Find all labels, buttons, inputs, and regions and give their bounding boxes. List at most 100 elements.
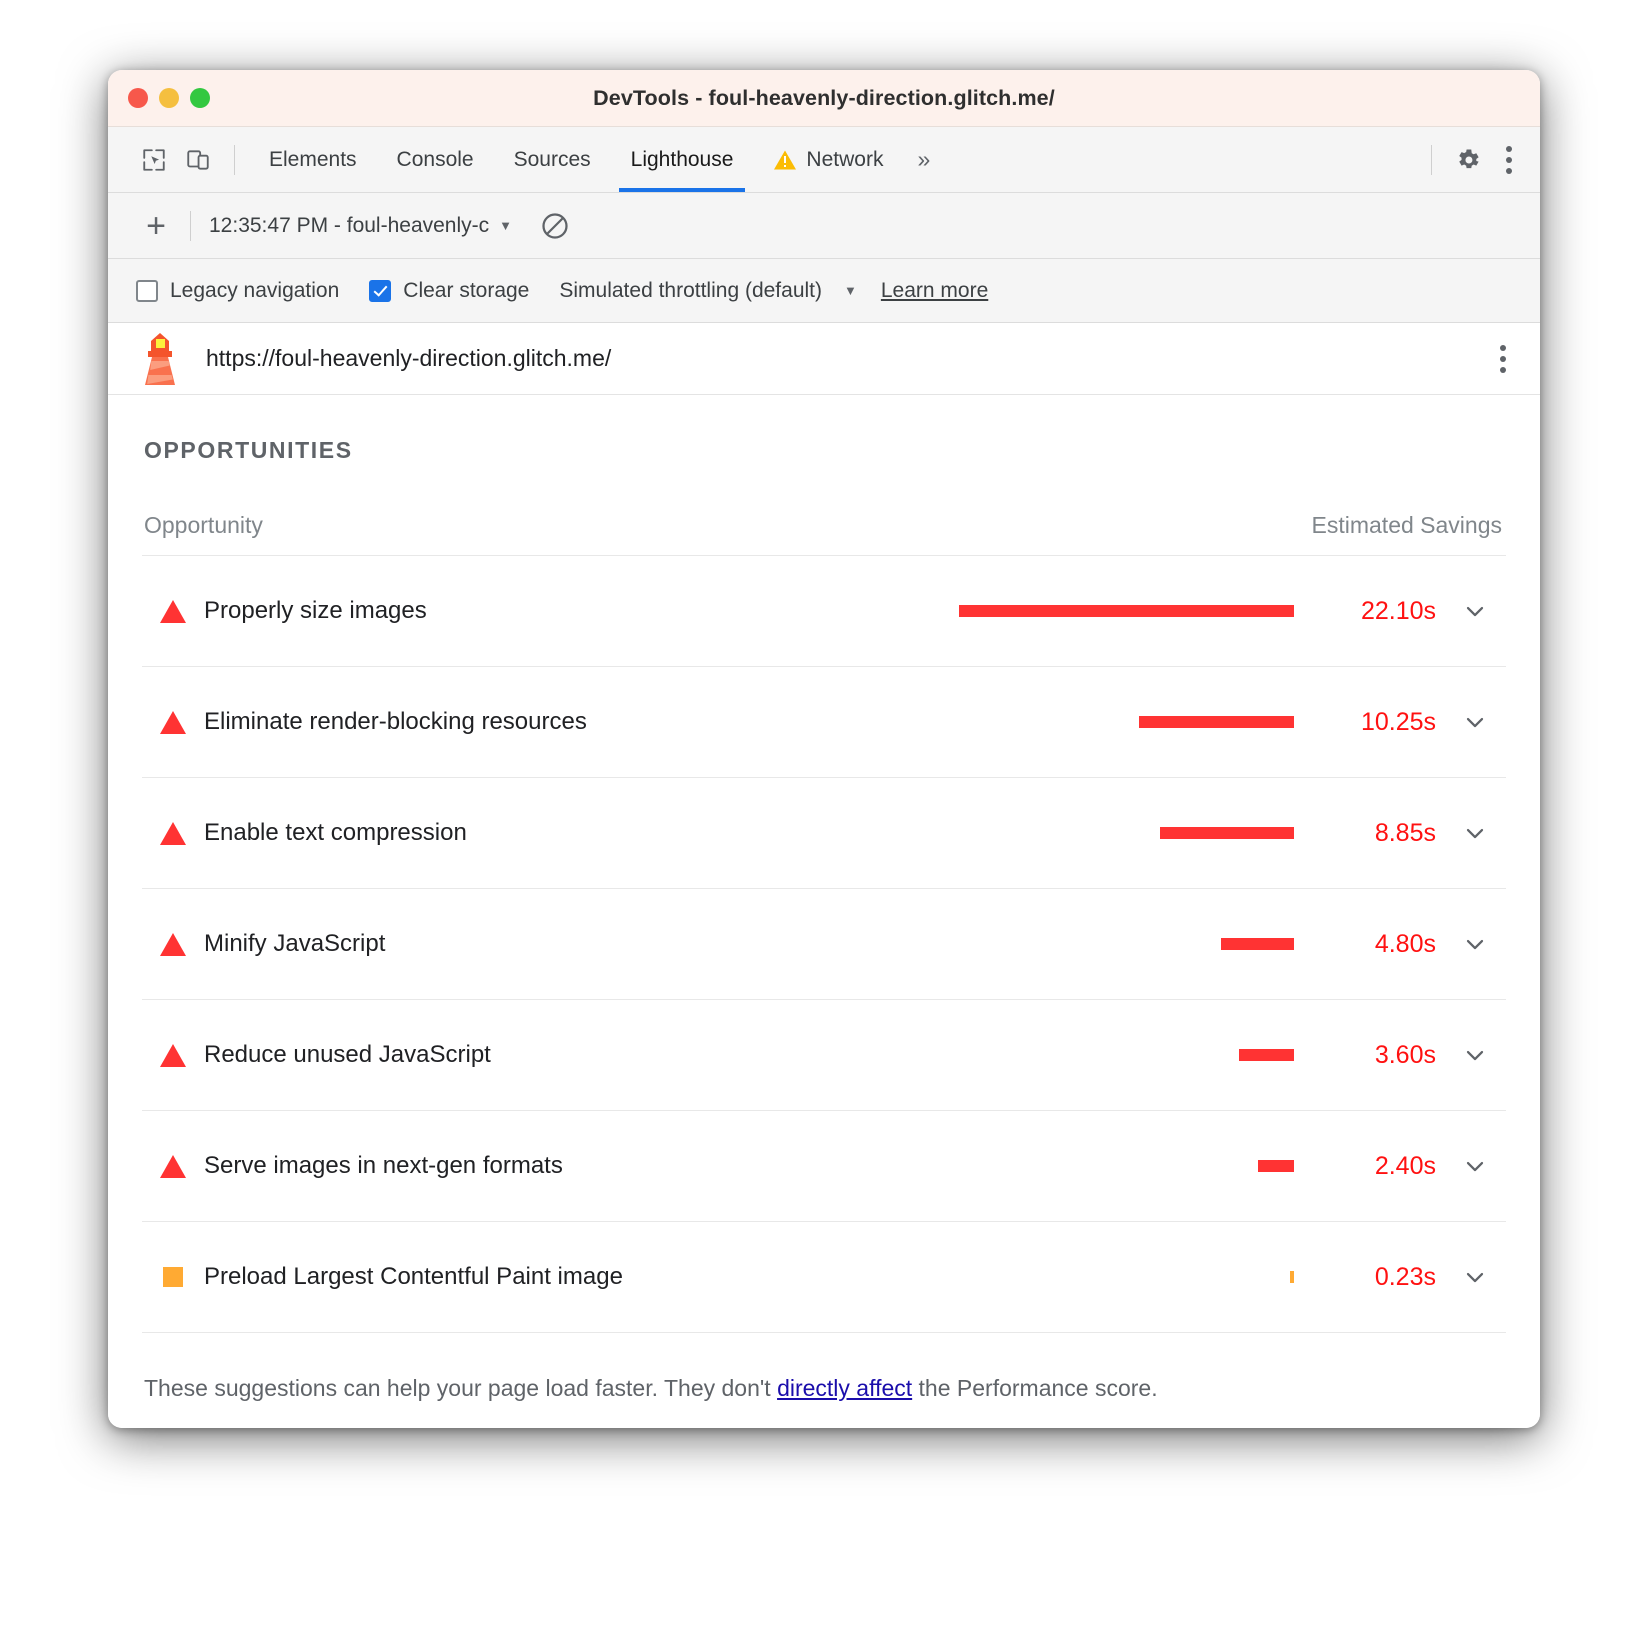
severity-cell	[142, 600, 204, 623]
report-header: https://foul-heavenly-direction.glitch.m…	[108, 323, 1540, 395]
devtools-tabbar: Elements Console Sources Lighthouse	[108, 127, 1540, 193]
opportunity-label: Preload Largest Contentful Paint image	[204, 1263, 623, 1291]
clear-storage-label: Clear storage	[403, 279, 529, 303]
gear-icon[interactable]	[1446, 138, 1490, 182]
opportunity-label: Reduce unused JavaScript	[204, 1041, 491, 1069]
opportunity-label: Eliminate render-blocking resources	[204, 708, 587, 736]
chevron-down-icon[interactable]	[1444, 930, 1506, 958]
chevron-down-icon: ▼	[844, 283, 857, 298]
table-row[interactable]: Reduce unused JavaScript 3.60s	[142, 1000, 1506, 1111]
legacy-navigation-option[interactable]: Legacy navigation	[136, 279, 339, 303]
severity-cell	[142, 711, 204, 734]
savings-bar-track	[954, 1271, 1294, 1283]
table-row[interactable]: Eliminate render-blocking resources 10.25…	[142, 667, 1506, 778]
legacy-navigation-checkbox[interactable]	[136, 280, 158, 302]
savings-bar-track	[954, 716, 1294, 728]
table-row[interactable]: Enable text compression 8.85s	[142, 778, 1506, 889]
tab-lighthouse[interactable]: Lighthouse	[611, 127, 754, 192]
maximize-window-button[interactable]	[190, 88, 210, 108]
lighthouse-runbar: + 12:35:47 PM - foul-heavenly-c ▼	[108, 193, 1540, 259]
savings-value: 3.60s	[1294, 1041, 1444, 1070]
report-menu-icon[interactable]	[1490, 337, 1516, 381]
new-report-button[interactable]: +	[134, 209, 178, 243]
tabbar-right-actions	[1417, 138, 1540, 182]
savings-value: 8.85s	[1294, 819, 1444, 848]
severity-cell	[142, 933, 204, 956]
chevron-down-icon[interactable]	[1444, 1263, 1506, 1291]
tab-network-label: Network	[806, 148, 883, 172]
column-opportunity: Opportunity	[144, 512, 263, 539]
tab-list: Elements Console Sources Lighthouse	[249, 127, 944, 192]
tab-elements-label: Elements	[269, 148, 357, 172]
fail-triangle-icon	[160, 600, 186, 623]
table-row[interactable]: Minify JavaScript 4.80s	[142, 889, 1506, 1000]
tabbar-divider	[234, 145, 235, 175]
close-window-button[interactable]	[128, 88, 148, 108]
savings-bar-track	[954, 1160, 1294, 1172]
opportunities-column-header: Opportunity Estimated Savings	[142, 464, 1506, 556]
clear-storage-option[interactable]: Clear storage	[369, 279, 529, 303]
tab-lighthouse-label: Lighthouse	[631, 148, 734, 172]
runbar-divider	[190, 211, 191, 241]
savings-value: 10.25s	[1294, 708, 1444, 737]
fail-triangle-icon	[160, 822, 186, 845]
savings-bar	[1239, 1049, 1294, 1061]
savings-bar-track	[954, 938, 1294, 950]
savings-value: 22.10s	[1294, 597, 1444, 626]
severity-cell	[142, 822, 204, 845]
window-title: DevTools - foul-heavenly-direction.glitc…	[108, 86, 1540, 111]
minimize-window-button[interactable]	[159, 88, 179, 108]
footnote-post: the Performance score.	[912, 1375, 1157, 1401]
opportunity-label: Enable text compression	[204, 819, 467, 847]
tab-network[interactable]: Network	[753, 127, 903, 192]
column-estimated-savings: Estimated Savings	[1312, 512, 1506, 539]
more-tabs-button[interactable]: »	[903, 146, 944, 173]
warning-triangle-icon	[773, 149, 797, 171]
report-selector[interactable]: 12:35:47 PM - foul-heavenly-c ▼	[209, 214, 512, 238]
footnote-pre: These suggestions can help your page loa…	[144, 1375, 777, 1401]
opportunities-footnote: These suggestions can help your page loa…	[142, 1333, 1506, 1402]
savings-bar	[1258, 1160, 1294, 1172]
opportunity-label: Serve images in next-gen formats	[204, 1152, 563, 1180]
devtools-main-menu-icon[interactable]	[1496, 138, 1522, 182]
savings-value: 4.80s	[1294, 930, 1444, 959]
chevron-down-icon[interactable]	[1444, 1152, 1506, 1180]
table-row[interactable]: Preload Largest Contentful Paint image 0.…	[142, 1222, 1506, 1333]
fail-triangle-icon	[160, 1155, 186, 1178]
chevron-down-icon: ▼	[499, 218, 512, 233]
severity-cell	[142, 1044, 204, 1067]
traffic-lights	[128, 70, 210, 126]
table-row[interactable]: Serve images in next-gen formats 2.40s	[142, 1111, 1506, 1222]
severity-cell	[142, 1155, 204, 1178]
chevron-down-icon[interactable]	[1444, 597, 1506, 625]
report-url: https://foul-heavenly-direction.glitch.m…	[206, 345, 611, 372]
directly-affect-link[interactable]: directly affect	[777, 1375, 912, 1401]
savings-bar	[1160, 827, 1294, 839]
throttling-select[interactable]: Simulated throttling (default) ▼	[559, 279, 857, 303]
learn-more-link[interactable]: Learn more	[881, 279, 988, 303]
savings-value: 0.23s	[1294, 1263, 1444, 1292]
clear-storage-checkbox[interactable]	[369, 280, 391, 302]
tab-console[interactable]: Console	[377, 127, 494, 192]
savings-bar-track	[954, 605, 1294, 617]
table-row[interactable]: Properly size images22.10s	[142, 556, 1506, 667]
chevron-down-icon[interactable]	[1444, 1041, 1506, 1069]
window-titlebar: DevTools - foul-heavenly-direction.glitc…	[108, 70, 1540, 127]
no-entry-icon[interactable]	[540, 211, 570, 241]
tabbar-right-divider	[1431, 145, 1432, 175]
fail-triangle-icon	[160, 933, 186, 956]
chevron-down-icon[interactable]	[1444, 708, 1506, 736]
device-toolbar-icon[interactable]	[176, 138, 220, 182]
savings-value: 2.40s	[1294, 1152, 1444, 1181]
savings-bar-track	[954, 1049, 1294, 1061]
fail-triangle-icon	[160, 711, 186, 734]
tab-sources-label: Sources	[514, 148, 591, 172]
savings-bar	[959, 605, 1294, 617]
average-square-icon	[163, 1267, 183, 1287]
opportunity-label: Minify JavaScript	[204, 930, 385, 958]
tab-sources[interactable]: Sources	[494, 127, 611, 192]
inspect-cursor-icon[interactable]	[132, 138, 176, 182]
tab-elements[interactable]: Elements	[249, 127, 377, 192]
savings-bar	[1139, 716, 1294, 728]
chevron-down-icon[interactable]	[1444, 819, 1506, 847]
